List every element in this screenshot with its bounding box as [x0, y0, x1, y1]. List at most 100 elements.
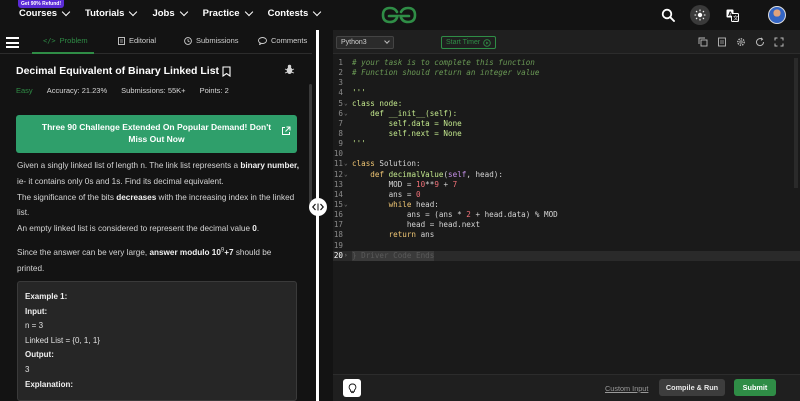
line-number: 10: [333, 149, 343, 159]
gfg-logo[interactable]: [380, 5, 418, 25]
chevron-down-icon: [129, 7, 138, 16]
problem-scrollbar[interactable]: [309, 84, 312, 204]
tab-submissions-label: Submissions: [196, 36, 239, 45]
desc-text: The significance of the bits: [17, 192, 117, 202]
bug-report-icon[interactable]: [284, 64, 295, 75]
code-line: 13 MOD = 10**9 + 7: [333, 180, 800, 190]
tab-comments[interactable]: Comments: [258, 36, 307, 45]
desc-text: An empty linked list is considered to re…: [17, 224, 253, 234]
nav-tutorials[interactable]: Tutorials: [85, 7, 138, 19]
example-output-value: 3: [25, 364, 30, 374]
sun-icon: [694, 9, 706, 21]
top-navbar: Get 90% Refund! Courses Tutorials Jobs P…: [0, 0, 800, 30]
file-button[interactable]: [716, 36, 727, 47]
nav-jobs[interactable]: Jobs: [152, 7, 188, 19]
nav-icons: A文: [658, 5, 786, 25]
hamburger-menu-icon[interactable]: [6, 37, 19, 48]
line-number: 5: [338, 98, 343, 108]
refund-promo-badge[interactable]: Get 90% Refund!: [18, 0, 65, 8]
collapsed-driver-code[interactable]: } Driver Code Ends: [352, 250, 435, 261]
code-line: 8 self.next = None: [333, 129, 800, 139]
submit-button[interactable]: Submit: [734, 379, 776, 396]
code-line: 15 ⌄ while head:: [333, 200, 800, 210]
code-text: class Solution:: [352, 159, 421, 169]
problem-tabs: </> Problem Editorial Submissions Commen…: [0, 32, 312, 54]
nav-contests-label: Contests: [267, 8, 309, 19]
code-text: head = head.next: [352, 220, 481, 230]
fold-arrow-icon[interactable]: ⌄: [344, 109, 348, 119]
description-paragraph: Since the answer can be very large, answ…: [17, 245, 299, 277]
bookmark-icon[interactable]: [222, 65, 231, 77]
fold-arrow-icon[interactable]: ⌄: [344, 170, 348, 180]
problem-title-text: Decimal Equivalent of Binary Linked List: [16, 65, 220, 77]
example-input-line: n = 3: [25, 321, 44, 331]
example-heading: Example 1:: [25, 292, 68, 301]
line-number: 16: [333, 210, 343, 220]
document-icon: [118, 36, 125, 45]
fold-arrow-icon[interactable]: ⌄: [344, 99, 348, 109]
hint-button[interactable]: [343, 379, 361, 397]
compile-run-button[interactable]: Compile & Run: [659, 379, 725, 396]
code-editor-panel: Python3 Start Timer 1 # your task is to c…: [333, 30, 800, 401]
start-timer-button[interactable]: Start Timer: [441, 36, 497, 49]
code-text: def __init__(self):: [352, 108, 458, 118]
reset-button[interactable]: [754, 36, 765, 47]
code-text: ''': [352, 88, 366, 98]
nav-menu: Courses Tutorials Jobs Practice Contests: [19, 7, 322, 19]
line-number: 8: [338, 128, 343, 138]
code-area[interactable]: 1 # your task is to complete this functio…: [333, 58, 800, 261]
fold-arrow-icon[interactable]: ›: [344, 251, 348, 261]
line-number: 15: [333, 199, 343, 209]
chevron-down-icon: [179, 7, 188, 16]
nav-practice-label: Practice: [202, 8, 240, 19]
nav-practice[interactable]: Practice: [202, 7, 253, 19]
code-text: ''': [352, 139, 366, 149]
problem-meta: Easy Accuracy: 21.23% Submissions: 55K+ …: [16, 86, 229, 95]
problem-description: Given a singly linked list of length n. …: [17, 158, 299, 277]
settings-button[interactable]: [735, 36, 746, 47]
comment-icon: [258, 36, 267, 45]
code-text: ans = 0: [352, 189, 421, 199]
resize-handle[interactable]: [309, 198, 327, 216]
line-number: 7: [338, 118, 343, 128]
language-select[interactable]: Python3: [336, 36, 394, 49]
tab-editorial[interactable]: Editorial: [118, 36, 156, 45]
line-number: 1: [338, 58, 343, 67]
desc-bold: binary number,: [240, 161, 300, 170]
language-select-value: Python3: [341, 39, 367, 46]
line-number: 9: [338, 139, 343, 149]
example-output-label: Output:: [25, 350, 54, 360]
lightbulb-icon: [348, 383, 356, 393]
line-number: 4: [338, 88, 343, 98]
nav-courses[interactable]: Courses: [19, 7, 71, 19]
accuracy-stat: Accuracy: 21.23%: [46, 86, 108, 95]
fold-arrow-icon[interactable]: ⌄: [344, 200, 348, 210]
code-text: self.data = None: [352, 118, 462, 128]
tab-comments-label: Comments: [271, 36, 308, 45]
editor-scrollbar[interactable]: [794, 58, 798, 188]
code-text: MOD = 10**9 + 7: [352, 179, 458, 189]
tab-submissions[interactable]: Submissions: [184, 36, 239, 45]
code-line: 17 head = head.next: [333, 220, 800, 230]
desc-text: ie- it contains only 0s and 1s. Find its…: [17, 176, 224, 186]
translate-icon: A文: [726, 9, 739, 22]
nav-contests[interactable]: Contests: [267, 7, 322, 19]
tab-problem[interactable]: </> Problem: [43, 36, 88, 45]
code-line: 2 # Function should return an integer val…: [333, 68, 800, 78]
difficulty-badge: Easy: [16, 86, 33, 95]
translate-button[interactable]: A文: [722, 5, 742, 25]
tab-editorial-label: Editorial: [129, 36, 157, 45]
promo-banner[interactable]: Three 90 Challenge Extended On Popular D…: [16, 115, 297, 153]
copy-button[interactable]: [697, 36, 708, 47]
fold-arrow-icon[interactable]: ⌄: [344, 159, 348, 169]
search-button[interactable]: [658, 5, 678, 25]
editor-actions: [697, 36, 784, 47]
code-line: 6 ⌄ def __init__(self):: [333, 109, 800, 119]
theme-toggle-button[interactable]: [690, 5, 710, 25]
fullscreen-button[interactable]: [773, 36, 784, 47]
custom-input-link[interactable]: Custom Input: [605, 384, 648, 393]
line-number: 2: [338, 68, 343, 78]
example-input-label: Input:: [25, 306, 48, 316]
user-avatar[interactable]: [768, 6, 786, 24]
line-number: 6: [338, 108, 343, 118]
